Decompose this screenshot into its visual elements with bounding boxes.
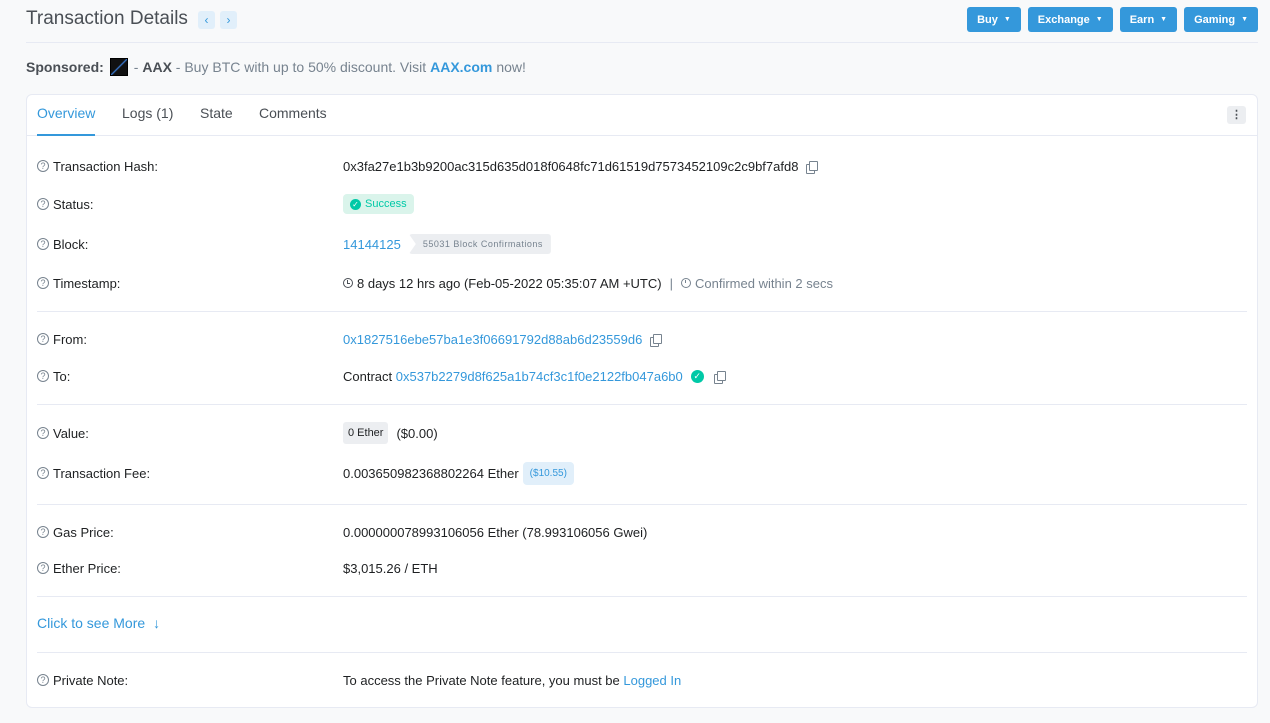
gas-price-value: 0.000000078993106056 Ether (78.993106056… bbox=[343, 524, 648, 540]
gaming-label: Gaming bbox=[1194, 13, 1236, 26]
row-status: ? Status: ✓ Success bbox=[37, 194, 1247, 214]
login-link[interactable]: Logged In bbox=[623, 673, 681, 688]
sponsor-link[interactable]: AAX.com bbox=[430, 59, 492, 75]
separator: | bbox=[669, 275, 673, 291]
chevron-down-icon: ▼ bbox=[1095, 16, 1103, 23]
row-gas-price: ? Gas Price: 0.000000078993106056 Ether (… bbox=[37, 522, 1247, 542]
divider bbox=[37, 596, 1247, 597]
sponsor-name[interactable]: AAX bbox=[142, 59, 172, 75]
row-from: ? From: 0x1827516ebe57ba1e3f06691792d88ab… bbox=[37, 329, 1247, 349]
field-label: To: bbox=[53, 368, 71, 384]
status-badge: ✓ Success bbox=[343, 194, 414, 214]
help-icon[interactable]: ? bbox=[37, 427, 49, 439]
copy-icon[interactable] bbox=[713, 370, 726, 384]
block-number-link[interactable]: 14144125 bbox=[343, 237, 401, 252]
buy-label: Buy bbox=[977, 13, 998, 26]
chevron-down-icon: ▼ bbox=[1003, 16, 1011, 23]
field-label: Private Note: bbox=[53, 672, 129, 688]
row-value: ? Value: 0 Ether ($0.00) bbox=[37, 422, 1247, 444]
value-usd: ($0.00) bbox=[396, 425, 438, 441]
help-icon[interactable]: ? bbox=[37, 674, 49, 686]
help-icon[interactable]: ? bbox=[37, 198, 49, 210]
from-address-link[interactable]: 0x1827516ebe57ba1e3f06691792d88ab6d23559… bbox=[343, 332, 642, 347]
divider bbox=[37, 404, 1247, 405]
see-more-link[interactable]: Click to see More ↓ bbox=[37, 615, 160, 631]
help-icon[interactable]: ? bbox=[37, 370, 49, 382]
buy-dropdown-button[interactable]: Buy ▼ bbox=[967, 7, 1021, 32]
aax-logo-icon[interactable] bbox=[109, 58, 128, 76]
help-icon[interactable]: ? bbox=[37, 333, 49, 345]
row-to: ? To: Contract 0x537b2279d8f625a1b74cf3c1… bbox=[37, 366, 1247, 386]
help-icon[interactable]: ? bbox=[37, 562, 49, 574]
sponsored-label: Sponsored: bbox=[26, 59, 104, 75]
private-note-text: To access the Private Note feature, you … bbox=[343, 672, 620, 688]
confirmed-within-text: Confirmed within 2 secs bbox=[694, 275, 833, 291]
transaction-hash-value: 0x3fa27e1b3b9200ac315d635d018f0648fc71d6… bbox=[343, 158, 799, 174]
gaming-dropdown-button[interactable]: Gaming ▼ bbox=[1184, 7, 1258, 32]
row-block: ? Block: 14144125 55031 Block Confirmatio… bbox=[37, 234, 1247, 254]
field-label: Block: bbox=[53, 236, 89, 252]
verified-check-icon: ✓ bbox=[690, 369, 704, 383]
tab-state[interactable]: State bbox=[200, 95, 233, 136]
copy-icon[interactable] bbox=[650, 333, 663, 347]
exchange-dropdown-button[interactable]: Exchange ▼ bbox=[1027, 7, 1113, 32]
field-label: Timestamp: bbox=[53, 275, 121, 291]
help-icon[interactable]: ? bbox=[37, 467, 49, 479]
check-circle-icon: ✓ bbox=[350, 198, 361, 210]
transaction-fee-usd-badge: ($10.55) bbox=[522, 461, 574, 485]
divider bbox=[37, 652, 1247, 653]
row-transaction-fee: ? Transaction Fee: 0.003650982368802264 E… bbox=[37, 461, 1247, 485]
field-label: Status: bbox=[53, 196, 94, 212]
divider bbox=[37, 311, 1247, 312]
prev-transaction-button[interactable]: ‹ bbox=[198, 11, 215, 29]
page-title: Transaction Details bbox=[26, 8, 188, 29]
row-ether-price: ? Ether Price: $3,015.26 / ETH bbox=[37, 558, 1247, 578]
earn-dropdown-button[interactable]: Earn ▼ bbox=[1119, 7, 1178, 32]
sponsor-text: - Buy BTC with up to 50% discount. Visit bbox=[175, 59, 427, 75]
earn-label: Earn bbox=[1129, 13, 1155, 26]
field-label: Transaction Hash: bbox=[53, 158, 159, 174]
exchange-label: Exchange bbox=[1037, 13, 1090, 26]
transaction-fee-value: 0.003650982368802264 Ether bbox=[343, 465, 519, 481]
tab-bar: Overview Logs (1) State Comments ⋮ bbox=[27, 95, 1257, 136]
sponsor-text-after: now! bbox=[496, 59, 526, 75]
header-button-group: Buy ▼ Exchange ▼ Earn ▼ Gaming ▼ bbox=[967, 7, 1258, 32]
row-private-note: ? Private Note: To access the Private Not… bbox=[37, 670, 1247, 690]
transaction-card: Overview Logs (1) State Comments ⋮ ? Tran… bbox=[26, 94, 1258, 708]
field-label: Ether Price: bbox=[53, 560, 121, 576]
copy-icon[interactable] bbox=[806, 160, 819, 174]
field-label: Transaction Fee: bbox=[53, 465, 151, 481]
tab-overview[interactable]: Overview bbox=[37, 95, 96, 136]
field-label: From: bbox=[53, 331, 87, 347]
help-icon[interactable]: ? bbox=[37, 526, 49, 538]
value-ether-badge: 0 Ether bbox=[343, 422, 389, 444]
help-icon[interactable]: ? bbox=[37, 160, 49, 172]
chevron-down-icon: ▼ bbox=[1160, 16, 1168, 23]
sponsored-banner: Sponsored: - AAX - Buy BTC with up to 50… bbox=[26, 58, 526, 76]
help-icon[interactable]: ? bbox=[37, 238, 49, 250]
tab-comments[interactable]: Comments bbox=[259, 95, 327, 136]
divider bbox=[37, 504, 1247, 505]
see-more-label: Click to see More bbox=[37, 615, 146, 631]
clock-icon bbox=[343, 278, 353, 288]
row-transaction-hash: ? Transaction Hash: 0x3fa27e1b3b9200ac315… bbox=[37, 156, 1247, 176]
status-value: Success bbox=[365, 198, 407, 210]
more-options-icon[interactable]: ⋮ bbox=[1227, 106, 1246, 124]
block-confirmations-badge: 55031 Block Confirmations bbox=[408, 234, 551, 254]
contract-prefix: Contract bbox=[343, 368, 393, 384]
timestamp-value: 8 days 12 hrs ago (Feb-05-2022 05:35:07 … bbox=[357, 275, 662, 291]
next-transaction-button[interactable]: › bbox=[220, 11, 237, 29]
field-label: Value: bbox=[53, 425, 89, 441]
page-header: Transaction Details ‹ › Buy ▼ Exchange ▼… bbox=[26, 0, 1258, 43]
timer-icon bbox=[680, 278, 691, 288]
help-icon[interactable]: ? bbox=[37, 277, 49, 289]
chevron-down-icon: ▼ bbox=[1241, 16, 1248, 23]
arrow-down-icon: ↓ bbox=[153, 615, 161, 631]
tab-logs[interactable]: Logs (1) bbox=[122, 95, 173, 136]
to-address-link[interactable]: 0x537b2279d8f625a1b74cf3c1f0e2122fb047a6… bbox=[396, 369, 683, 384]
row-timestamp: ? Timestamp: 8 days 12 hrs ago (Feb-05-20… bbox=[37, 273, 1247, 293]
ether-price-value: $3,015.26 / ETH bbox=[343, 560, 438, 576]
field-label: Gas Price: bbox=[53, 524, 114, 540]
